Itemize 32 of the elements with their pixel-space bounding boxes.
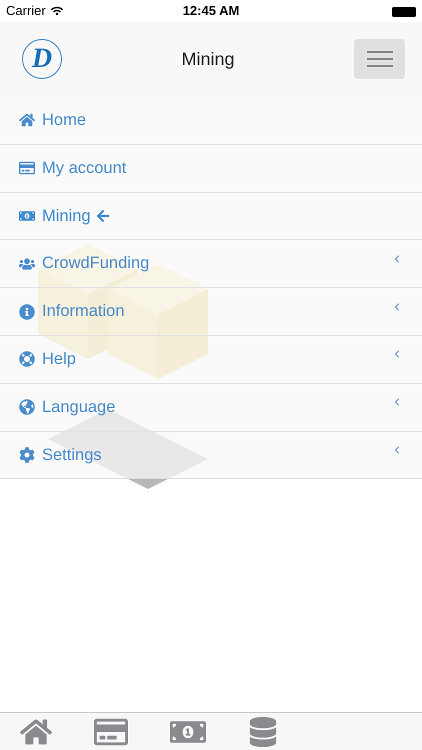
status-time: 12:45 AM xyxy=(182,2,240,20)
database-icon[interactable] xyxy=(248,716,278,746)
carrier-label: Carrier xyxy=(6,2,46,20)
menu-item[interactable]: My account xyxy=(0,144,422,192)
gear-icon xyxy=(19,446,35,463)
menu-label: My account xyxy=(42,158,126,179)
globe-icon xyxy=(19,399,35,416)
menu-button[interactable] xyxy=(354,39,405,79)
menu-label: Help xyxy=(42,349,76,370)
menu-label: Mining xyxy=(42,206,91,227)
credit-card-icon xyxy=(19,160,35,176)
menu-label: Home xyxy=(42,110,86,131)
menu-item[interactable]: CrowdFunding xyxy=(0,239,422,288)
menu-item[interactable]: Home xyxy=(0,96,422,144)
menu-label: Settings xyxy=(42,444,102,466)
wifi-icon xyxy=(50,5,63,17)
info-icon xyxy=(19,304,35,320)
menu-item[interactable]: Language xyxy=(0,382,422,431)
lifebuoy-icon xyxy=(19,351,35,368)
logo[interactable]: D xyxy=(22,39,62,79)
arrow-left-icon xyxy=(96,208,110,223)
users-icon xyxy=(19,256,35,272)
menu-label: Information xyxy=(42,301,125,322)
menu-item[interactable]: Settings xyxy=(0,430,422,478)
home-icon xyxy=(19,112,35,128)
menu-label: Language xyxy=(42,396,116,418)
battery-icon xyxy=(392,7,416,17)
menu-item[interactable]: Help xyxy=(0,334,422,383)
menu-item[interactable]: Mining xyxy=(0,192,422,240)
menu-label: CrowdFunding xyxy=(42,253,150,274)
page-title: Mining xyxy=(181,48,235,71)
menu-item[interactable]: Information xyxy=(0,287,422,335)
